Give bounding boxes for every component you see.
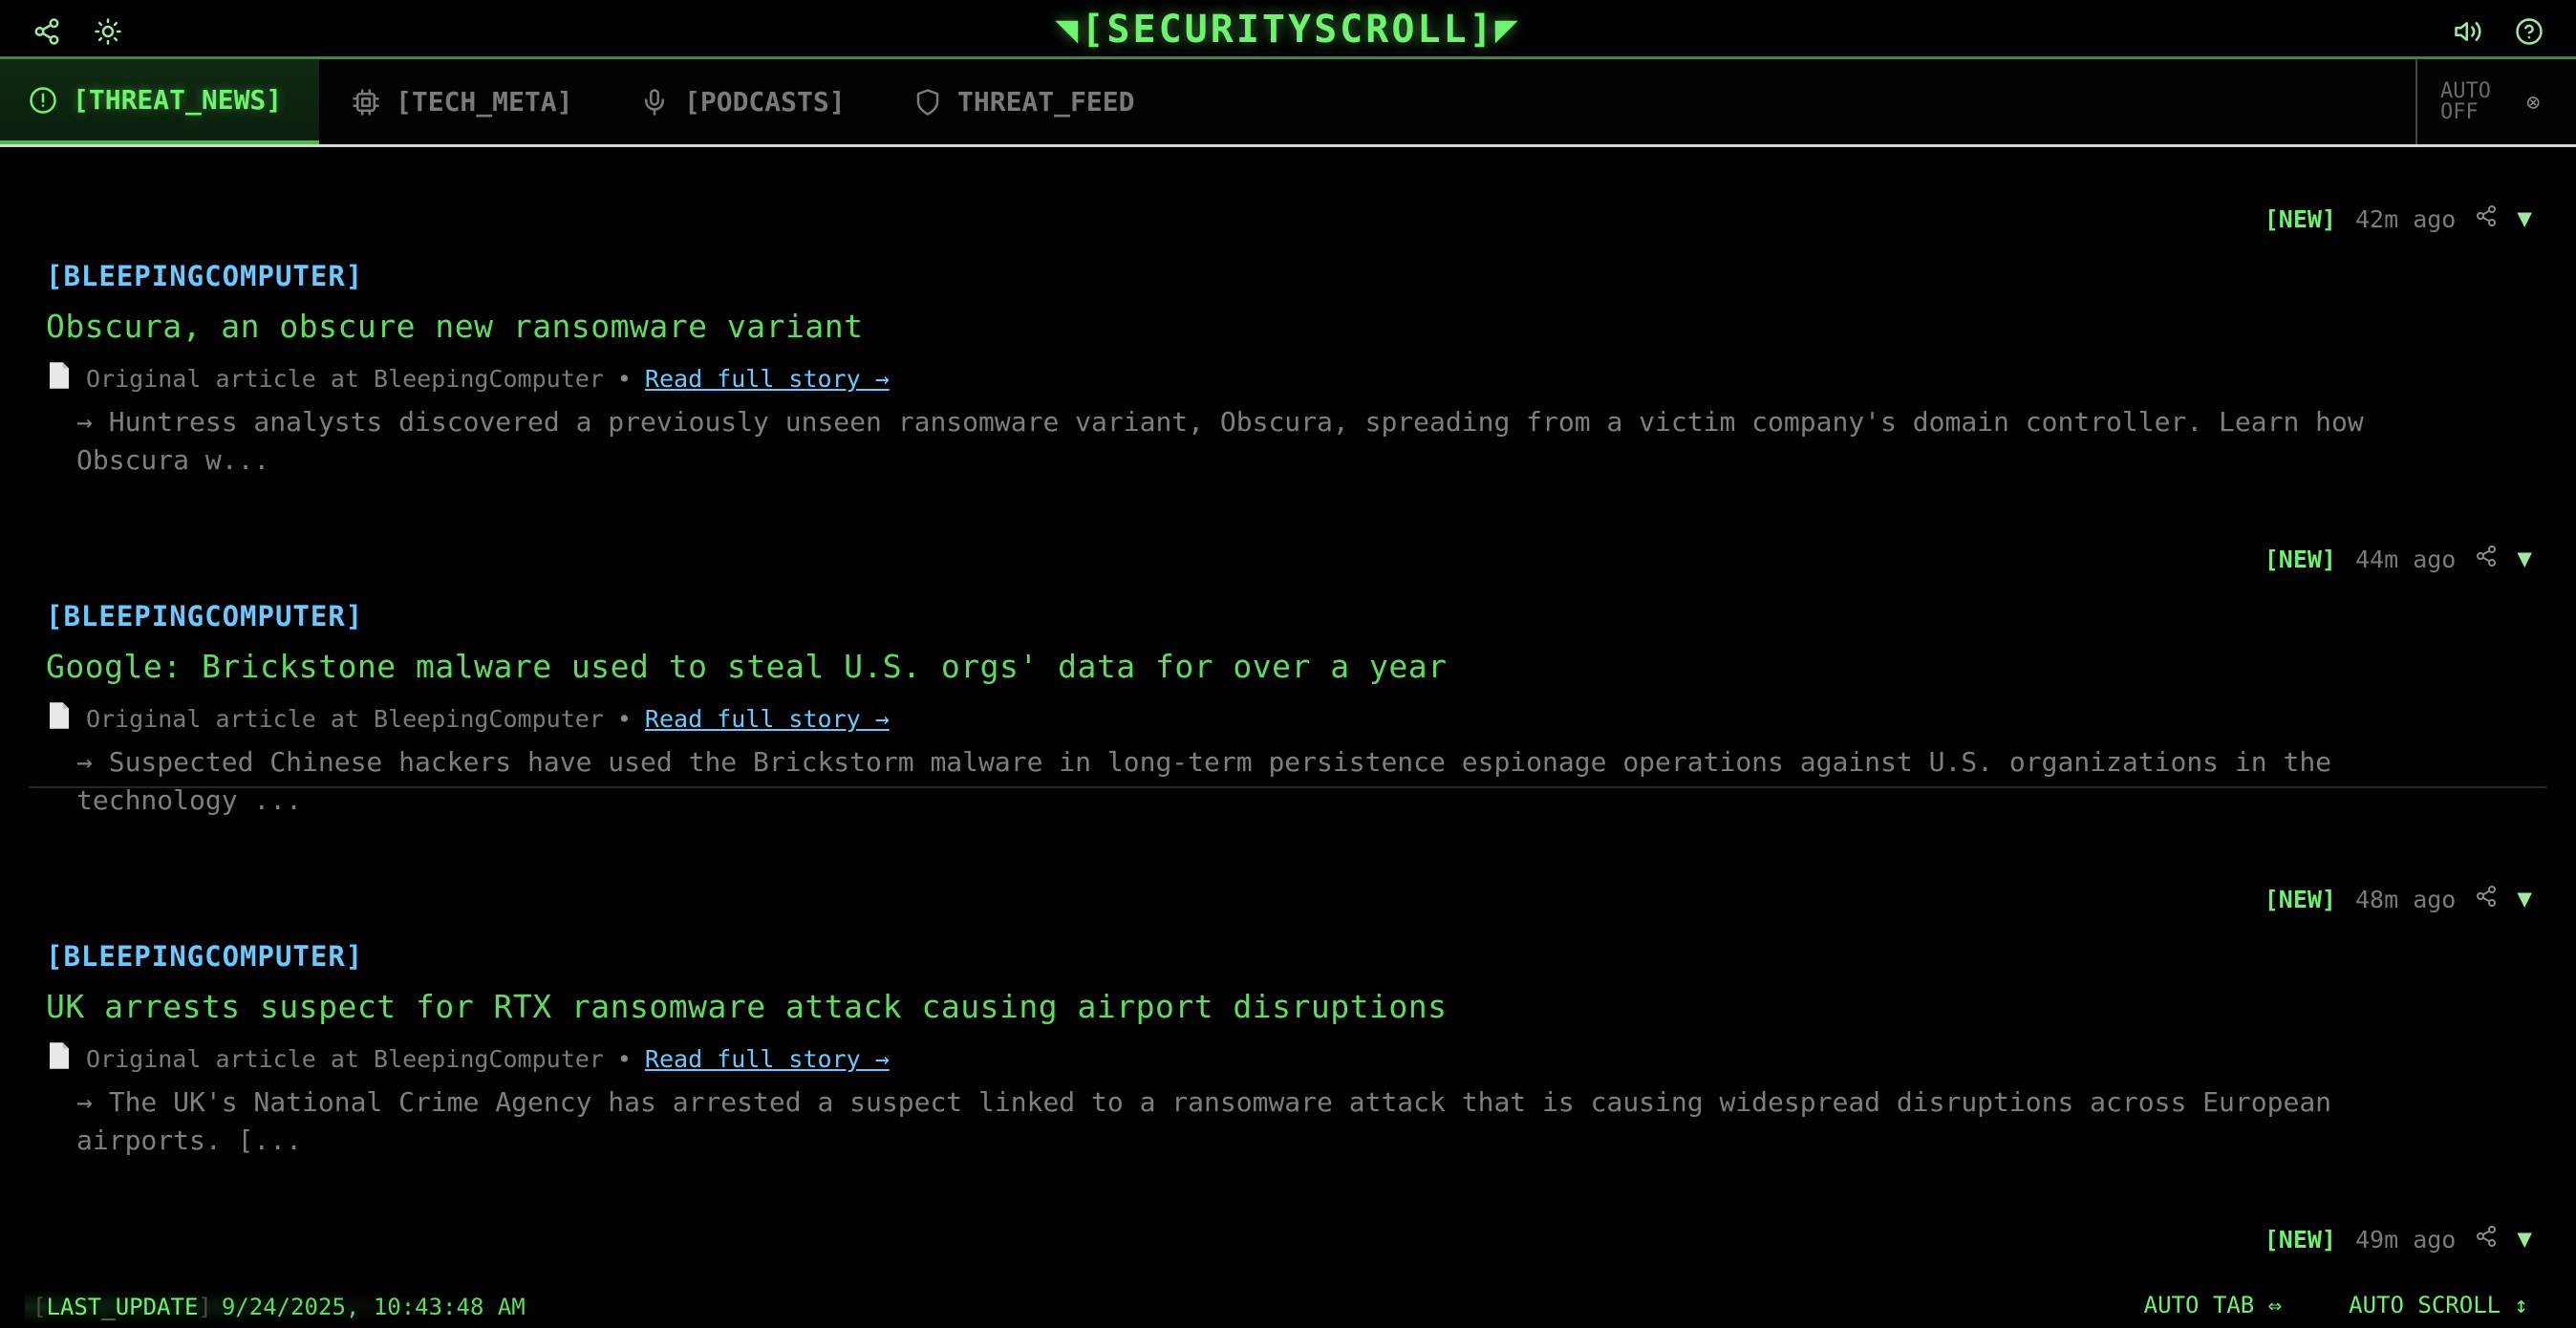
volume-icon[interactable] — [2452, 15, 2484, 48]
help-icon[interactable] — [2513, 15, 2545, 48]
auto-tab-button[interactable]: AUTO TAB ⇔ — [2144, 1292, 2283, 1318]
article-source: [BLEEPINGCOMPUTER] — [46, 940, 364, 973]
share-icon[interactable] — [2475, 204, 2498, 233]
bracket: ] — [198, 1294, 212, 1320]
status-footer: [LAST_UPDATE] 9/24/2025, 10:43:48 AM AUT… — [0, 1284, 2576, 1328]
collapse-toggle-icon[interactable]: ▼ — [2517, 1225, 2532, 1253]
article-title[interactable]: Obscura, an obscure new ransomware varia… — [46, 308, 863, 345]
share-icon[interactable] — [2475, 885, 2498, 913]
shield-icon — [916, 88, 939, 116]
separator-dot: • — [616, 364, 632, 393]
last-update-label: LAST_UPDATE — [46, 1294, 199, 1320]
article-source: [BLEEPINGCOMPUTER] — [46, 600, 364, 632]
last-update-value: 9/24/2025, 10:43:48 AM — [221, 1294, 526, 1320]
timestamp: 42m ago — [2354, 204, 2457, 233]
article-title[interactable]: Google: Brickstone malware used to steal… — [46, 648, 1447, 685]
app-title: ◥[SECURITYSCROLL]◤ — [1055, 8, 1521, 52]
article-summary: → The UK's National Crime Agency has arr… — [76, 1086, 2332, 1156]
news-feed[interactable]: [NEW] 42m ago ▼ [BLEEPINGCOMPUTER] Obscu… — [0, 147, 2576, 1284]
app-header: ◥[SECURITYSCROLL]◤ — [0, 0, 2576, 59]
article-origin: Original article at BleepingComputer — [86, 704, 604, 733]
read-full-story-link[interactable]: Read full story → — [645, 705, 890, 733]
article-source: [BLEEPINGCOMPUTER] — [46, 260, 364, 292]
mic-icon — [645, 88, 664, 116]
read-full-story-link[interactable]: Read full story → — [645, 365, 890, 393]
new-badge: [NEW] — [2264, 885, 2336, 913]
divider — [29, 786, 2547, 788]
auto-toggle[interactable]: AUTO OFF ⊗ — [2415, 59, 2576, 144]
article-origin: Original article at BleepingComputer — [86, 364, 604, 393]
document-icon — [46, 701, 73, 736]
new-badge: [NEW] — [2264, 204, 2336, 233]
timestamp: 44m ago — [2354, 545, 2457, 573]
timestamp: 48m ago — [2354, 885, 2457, 913]
read-full-story-link[interactable]: Read full story → — [645, 1045, 890, 1073]
article-summary: → Suspected Chinese hackers have used th… — [76, 746, 2332, 816]
article-card: [NEW] 42m ago ▼ [BLEEPINGCOMPUTER] Obscu… — [0, 204, 2576, 491]
new-badge: [NEW] — [2264, 545, 2336, 573]
article-card: [NEW] 44m ago ▼ [BLEEPINGCOMPUTER] Googl… — [0, 545, 2576, 831]
bracket: [ — [32, 1294, 47, 1320]
tab-label: [TECH_META] — [396, 86, 573, 118]
tab-tech-meta[interactable]: [TECH_META] — [323, 59, 601, 144]
collapse-toggle-icon[interactable]: ▼ — [2517, 545, 2532, 573]
auto-scroll-button[interactable]: AUTO SCROLL ↕ — [2349, 1292, 2528, 1318]
tab-label: [PODCASTS] — [684, 86, 846, 118]
tab-threat-feed[interactable]: THREAT_FEED — [885, 59, 1163, 144]
article-title[interactable]: UK arrests suspect for RTX ransomware at… — [46, 988, 1447, 1025]
tab-label: [THREAT_NEWS] — [73, 84, 283, 116]
separator-dot: • — [616, 1044, 632, 1073]
tab-podcasts[interactable]: [PODCASTS] — [612, 59, 874, 144]
new-badge: [NEW] — [2264, 1225, 2336, 1253]
separator-dot: • — [616, 704, 632, 733]
share-icon[interactable] — [2475, 545, 2498, 573]
article-origin: Original article at BleepingComputer — [86, 1044, 604, 1073]
cpu-icon — [353, 88, 379, 116]
share-icon[interactable] — [2475, 1225, 2498, 1253]
alert-circle-icon — [30, 86, 56, 114]
auto-toggle-label: AUTO OFF — [2440, 78, 2491, 124]
collapse-toggle-icon[interactable]: ▼ — [2517, 885, 2532, 913]
article-card: [NEW] 49m ago ▼ — [0, 1225, 2576, 1282]
article-summary: → Huntress analysts discovered a previou… — [76, 406, 2364, 476]
document-icon — [46, 1041, 73, 1076]
article-card: [NEW] 48m ago ▼ [BLEEPINGCOMPUTER] UK ar… — [0, 885, 2576, 1171]
tab-threat-news[interactable]: [THREAT_NEWS] — [0, 59, 319, 144]
tab-label: THREAT_FEED — [957, 86, 1135, 118]
last-update-indicator: [LAST_UPDATE] 9/24/2025, 10:43:48 AM — [25, 1290, 533, 1324]
timestamp: 49m ago — [2354, 1225, 2457, 1253]
collapse-toggle-icon[interactable]: ▼ — [2517, 204, 2532, 233]
tab-bar: [THREAT_NEWS] [TECH_META] [PODCASTS] THR… — [0, 59, 2576, 147]
close-icon[interactable]: ⊗ — [2526, 89, 2540, 116]
document-icon — [46, 361, 73, 396]
